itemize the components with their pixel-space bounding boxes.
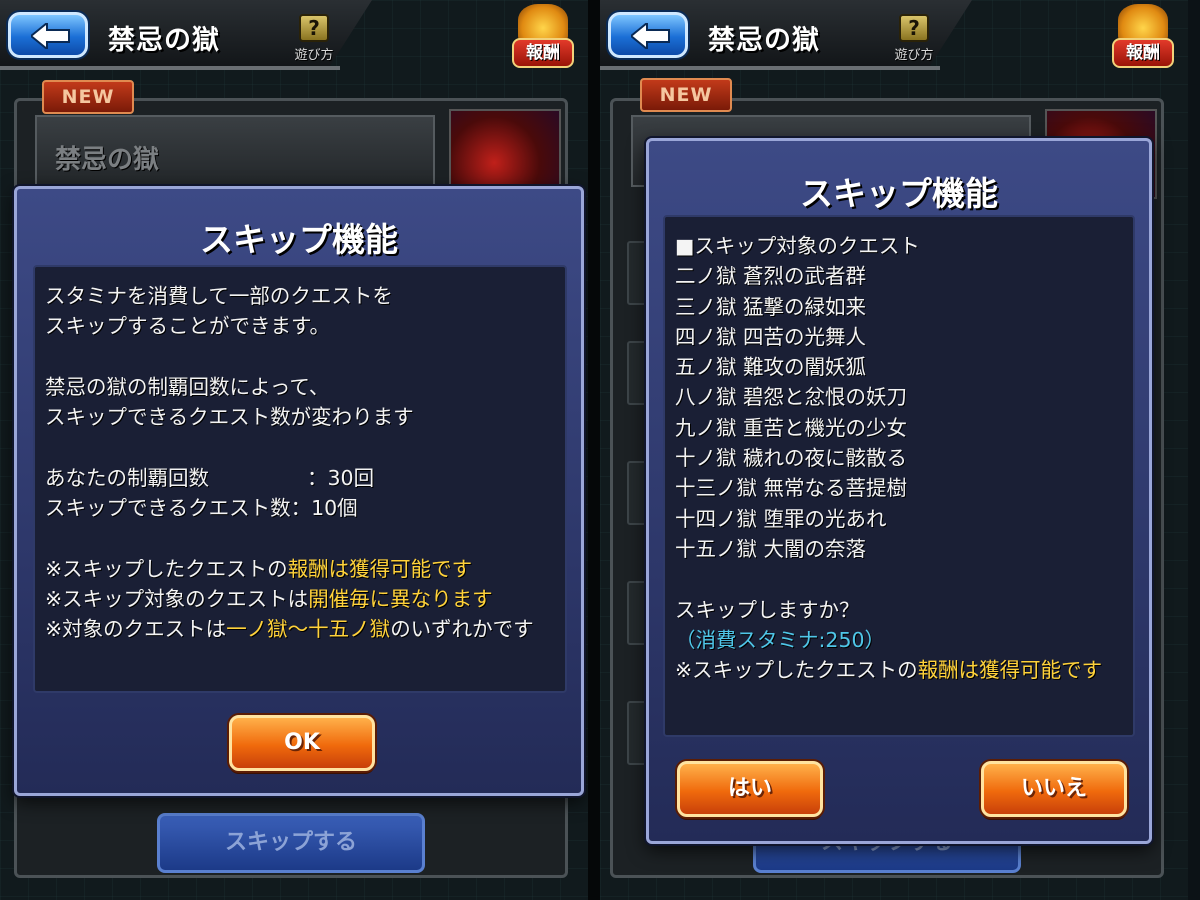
- skippable-count-value: ：10個: [290, 496, 358, 521]
- how-to-play-button[interactable]: ? 遊び方: [890, 14, 938, 66]
- note-line: ※対象のクエストは一ノ獄〜十五ノ獄のいずれかです: [45, 614, 555, 644]
- quest-list-item: 十ノ獄 穢れの夜に骸散る: [675, 446, 908, 471]
- note-line: ※スキップしたクエストの報酬は獲得可能です: [675, 655, 1123, 685]
- question-icon: ?: [899, 14, 929, 42]
- reward-button[interactable]: 報酬: [1108, 4, 1178, 70]
- note-text: ※対象のクエストは: [45, 617, 227, 642]
- message-line: スタミナを消費して一部のクエストを: [45, 284, 393, 308]
- skippable-count-row: スキップできるクエスト数：10個: [45, 493, 555, 523]
- clear-count-label: あなたの制覇回数: [45, 465, 209, 490]
- screen-confirm: 禁忌の獄 ? 遊び方 報酬 禁忌の獄 スキップする NEW スキップ機能 ■スキ…: [600, 0, 1188, 900]
- quest-list-item: 九ノ獄 重苦と機光の少女: [675, 415, 908, 440]
- message-line: スキップすることができます。: [45, 314, 330, 339]
- header-divider: [0, 66, 340, 70]
- dialog-message: スタミナを消費して一部のクエストを スキップすることができます。 禁忌の獄の制覇…: [33, 265, 567, 693]
- message-line: スキップできるクエスト数が変わります: [45, 405, 414, 430]
- ok-button[interactable]: OK: [229, 715, 375, 771]
- quest-list-item: 十三ノ獄 無常なる菩提樹: [675, 476, 908, 501]
- clear-count-row: あなたの制覇回数 ：30回: [45, 463, 555, 493]
- screen-divider: [588, 0, 600, 900]
- note-text: ※スキップしたクエストの: [675, 658, 918, 683]
- page-title: 禁忌の獄: [108, 25, 220, 56]
- dialog-title: スキップ機能: [200, 220, 398, 259]
- skip-confirm-dialog: スキップ機能 ■スキップ対象のクエスト 二ノ獄 蒼烈の武者群 三ノ獄 猛撃の緑如…: [646, 138, 1152, 844]
- back-arrow-icon: [31, 23, 70, 49]
- skippable-count-label: スキップできるクエスト数: [45, 496, 291, 521]
- note-text: ※スキップしたクエストの: [45, 556, 288, 581]
- reward-button[interactable]: 報酬: [508, 4, 578, 70]
- stamina-cost: （消費スタミナ:250）: [675, 627, 886, 652]
- quest-list-item: 八ノ獄 碧怨と忿恨の妖刀: [675, 385, 908, 410]
- screen-info: 禁忌の獄 ? 遊び方 報酬 禁忌の獄 スキップする NEW スキップ機能 スタミ…: [0, 0, 588, 900]
- note-highlight: 報酬は獲得可能です: [917, 658, 1103, 683]
- dialog-title: スキップ機能: [800, 174, 998, 213]
- quest-list-item: 十五ノ獄 大闇の奈落: [675, 536, 867, 561]
- back-button[interactable]: [608, 12, 688, 58]
- note-highlight: 一ノ獄〜十五ノ獄: [226, 617, 391, 642]
- clear-count-value: ：30回: [307, 465, 375, 490]
- back-arrow-icon: [631, 23, 670, 49]
- confirm-question: スキップしますか？: [675, 597, 860, 622]
- reward-label: 報酬: [512, 38, 574, 68]
- skip-button[interactable]: スキップする: [157, 813, 425, 873]
- how-to-play-label: 遊び方: [294, 48, 334, 63]
- quest-list-item: 三ノ獄 猛撃の緑如来: [675, 294, 867, 319]
- note-highlight: 開催毎に異なります: [308, 586, 493, 611]
- quest-list-item: 五ノ獄 難攻の闇妖狐: [675, 355, 867, 380]
- quest-list-item: 四ノ獄 四苦の光舞人: [675, 324, 867, 349]
- message-line: 禁忌の獄の制覇回数によって、: [45, 374, 330, 399]
- yes-button[interactable]: はい: [677, 761, 823, 817]
- how-to-play-button[interactable]: ? 遊び方: [290, 14, 338, 66]
- reward-label: 報酬: [1112, 38, 1174, 68]
- back-button[interactable]: [8, 12, 88, 58]
- quest-banner[interactable]: 禁忌の獄: [35, 115, 435, 187]
- note-line: ※スキップ対象のクエストは開催毎に異なります: [45, 584, 555, 614]
- no-button[interactable]: いいえ: [981, 761, 1127, 817]
- page-title: 禁忌の獄: [708, 25, 820, 56]
- quest-list-header: ■スキップ対象のクエスト: [675, 234, 920, 258]
- how-to-play-label: 遊び方: [894, 48, 934, 63]
- new-badge: NEW: [640, 78, 732, 112]
- question-icon: ?: [299, 14, 329, 42]
- quest-list-item: 十四ノ獄 堕罪の光あれ: [675, 506, 887, 531]
- skip-info-dialog: スキップ機能 スタミナを消費して一部のクエストを スキップすることができます。 …: [14, 186, 584, 796]
- header-divider: [600, 66, 940, 70]
- dialog-message: ■スキップ対象のクエスト 二ノ獄 蒼烈の武者群 三ノ獄 猛撃の緑如来 四ノ獄 四…: [663, 215, 1135, 737]
- quest-list-item: 二ノ獄 蒼烈の武者群: [675, 264, 867, 289]
- note-highlight: 報酬は獲得可能です: [287, 556, 473, 581]
- note-line: ※スキップしたクエストの報酬は獲得可能です: [45, 554, 555, 584]
- note-text: のいずれかです: [390, 617, 534, 642]
- new-badge: NEW: [42, 80, 134, 114]
- quest-banner-title: 禁忌の獄: [55, 145, 160, 175]
- note-text: ※スキップ対象のクエストは: [45, 586, 309, 611]
